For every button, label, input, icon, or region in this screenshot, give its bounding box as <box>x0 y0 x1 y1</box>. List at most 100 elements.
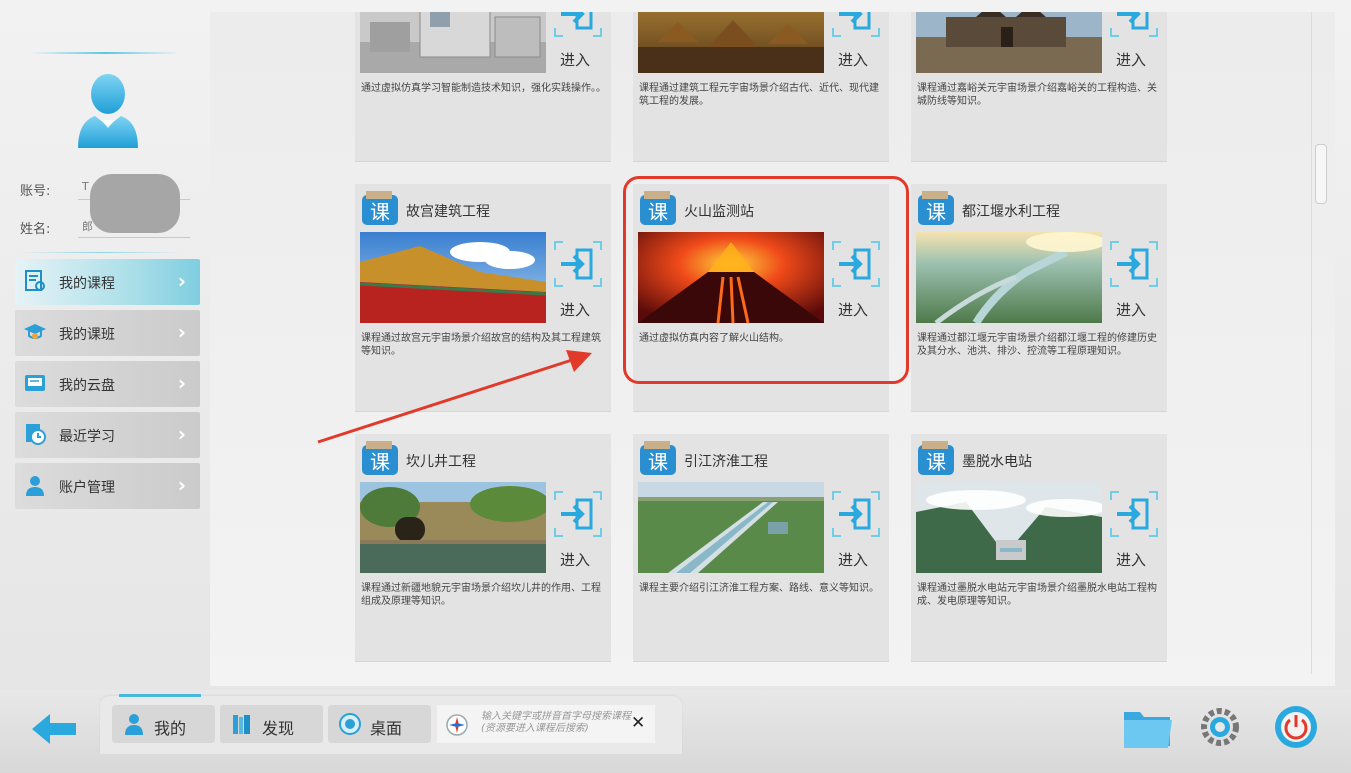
enter-icon[interactable] <box>551 12 605 40</box>
course-thumbnail <box>360 232 546 323</box>
enter-label[interactable]: 进入 <box>1116 49 1146 70</box>
course-card[interactable]: 进入 课程通过嘉峪关元宇宙场景介绍嘉峪关的工程构造、关城防线等知识。 <box>911 12 1167 162</box>
search-box[interactable]: 输入关键字或拼音首字母搜索课程(资源要进入课程后搜索) ✕ <box>437 705 655 743</box>
tab-label: 桌面 <box>370 719 403 738</box>
course-badge-icon: 课 <box>918 191 954 225</box>
sidebar-item-label: 最近学习 <box>59 429 115 445</box>
svg-text:课: 课 <box>926 200 946 224</box>
cloud-disk-icon <box>25 375 45 391</box>
enter-label[interactable]: 进入 <box>560 49 590 70</box>
sidebar-item-label: 我的课班 <box>59 327 115 343</box>
enter-label[interactable]: 进入 <box>1116 299 1146 320</box>
svg-text:课: 课 <box>648 450 668 474</box>
close-icon[interactable]: ✕ <box>631 713 645 733</box>
sidebar-item-cloud-disk[interactable]: 我的云盘 › <box>15 361 200 407</box>
books-icon <box>233 715 250 734</box>
course-card-medog-hydropower[interactable]: 课 墨脱水电站 进入 课程通过墨脱水电站元宇宙场景介绍墨脱水电站工程构成、发电原… <box>911 434 1167 662</box>
course-title: 墨脱水电站 <box>962 454 1032 470</box>
search-input[interactable]: 输入关键字或拼音首字母搜索课程(资源要进入课程后搜索) <box>481 711 633 735</box>
course-thumbnail <box>638 482 824 573</box>
course-header: 课 都江堰水利工程 <box>916 189 1161 227</box>
redaction-block <box>90 174 180 233</box>
course-thumbnail <box>916 482 1102 573</box>
course-thumbnail <box>916 232 1102 323</box>
desktop-globe-icon <box>339 713 361 735</box>
enter-icon[interactable] <box>829 488 883 540</box>
user-icon <box>125 714 143 735</box>
power-icon[interactable] <box>1272 704 1320 750</box>
scrollbar[interactable] <box>1311 12 1329 674</box>
menu-divider <box>20 252 180 253</box>
course-title: 都江堰水利工程 <box>962 204 1060 220</box>
course-header: 课 墨脱水电站 <box>916 439 1161 477</box>
course-header: 课 火山监测站 <box>638 189 883 227</box>
enter-icon[interactable] <box>829 238 883 290</box>
course-thumbnail <box>360 482 546 573</box>
sidebar-item-label: 我的云盘 <box>59 378 115 394</box>
sidebar-item-label: 我的课程 <box>59 276 115 292</box>
enter-label[interactable]: 进入 <box>560 549 590 570</box>
course-title: 故宫建筑工程 <box>406 204 490 220</box>
enter-icon[interactable] <box>829 12 883 40</box>
sidebar-item-recent-study[interactable]: 最近学习 › <box>15 412 200 458</box>
back-arrow-icon[interactable] <box>30 710 78 748</box>
course-description: 课程通过墨脱水电站元宇宙场景介绍墨脱水电站工程构成、发电原理等知识。 <box>917 583 1157 607</box>
enter-label[interactable]: 进入 <box>560 299 590 320</box>
account-value: T <box>82 180 89 193</box>
enter-icon[interactable] <box>1107 488 1161 540</box>
sidebar-item-account-management[interactable]: 账户管理 › <box>15 463 200 509</box>
sidebar-top-divider <box>30 52 180 54</box>
course-description: 课程通过都江堰元宇宙场景介绍都江堰工程的修建历史及其分水、池洪、排沙、控流等工程… <box>917 333 1157 357</box>
tab-discover[interactable]: 发现 <box>220 705 323 743</box>
course-header: 课 引江济淮工程 <box>638 439 883 477</box>
svg-text:课: 课 <box>370 450 390 474</box>
chevron-right-icon: › <box>177 269 186 293</box>
course-description: 通过虚拟仿真内容了解火山结构。 <box>639 333 789 344</box>
course-card-forbidden-city[interactable]: 课 故宫建筑工程 进入 课程通过故宫元宇宙场景介绍故宫的结构及其工程建筑等知识。 <box>355 184 611 412</box>
course-description: 课程通过故宫元宇宙场景介绍故宫的结构及其工程建筑等知识。 <box>361 333 601 357</box>
course-card-dujiangyan[interactable]: 课 都江堰水利工程 进入 课程通过都江堰元宇宙场景介绍都江堰工程的修建历史及其分… <box>911 184 1167 412</box>
enter-label[interactable]: 进入 <box>838 549 868 570</box>
sidebar: 账号: T 姓名: 郎 我的课程 › 我的课班 › 我的云盘 › 最近学习 › … <box>0 0 210 690</box>
course-document-icon <box>25 270 45 291</box>
course-description: 课程通过新疆地貌元宇宙场景介绍坎儿井的作用、工程组成及原理等知识。 <box>361 583 601 607</box>
user-avatar-icon <box>78 74 138 148</box>
folder-icon[interactable] <box>1122 704 1174 750</box>
course-card[interactable]: 进入 课程通过建筑工程元宇宙场景介绍古代、近代、现代建筑工程的发展。 <box>633 12 889 162</box>
course-title: 坎儿井工程 <box>406 454 476 470</box>
compass-search-icon <box>446 714 468 736</box>
course-header: 课 故宫建筑工程 <box>360 189 605 227</box>
chevron-right-icon: › <box>177 473 186 497</box>
course-grid: 进入 通过虚拟仿真学习智能制造技术知识，强化实践操作。。 进入 课程通过建筑工程… <box>210 12 1335 686</box>
active-tab-indicator <box>119 694 201 697</box>
sidebar-item-my-classes[interactable]: 我的课班 › <box>15 310 200 356</box>
course-card-river-diversion[interactable]: 课 引江济淮工程 进入 课程主要介绍引江济淮工程方案、路线、意义等知识。 <box>633 434 889 662</box>
course-thumbnail <box>638 232 824 323</box>
course-card-karez[interactable]: 课 坎儿井工程 进入 课程通过新疆地貌元宇宙场景介绍坎儿井的作用、工程组成及原理… <box>355 434 611 662</box>
tab-desktop[interactable]: 桌面 <box>328 705 431 743</box>
svg-text:课: 课 <box>926 450 946 474</box>
course-thumbnail <box>638 12 824 73</box>
enter-label[interactable]: 进入 <box>838 49 868 70</box>
enter-label[interactable]: 进入 <box>1116 549 1146 570</box>
course-badge-icon: 课 <box>640 441 676 475</box>
sidebar-item-my-courses[interactable]: 我的课程 › <box>15 259 200 305</box>
course-description: 课程通过嘉峪关元宇宙场景介绍嘉峪关的工程构造、关城防线等知识。 <box>917 83 1157 107</box>
tab-mine[interactable]: 我的 <box>112 705 215 743</box>
enter-icon[interactable] <box>1107 238 1161 290</box>
enter-icon[interactable] <box>1107 12 1161 40</box>
enter-icon[interactable] <box>551 238 605 290</box>
svg-text:课: 课 <box>370 200 390 224</box>
scrollbar-thumb[interactable] <box>1315 144 1327 204</box>
course-thumbnail <box>360 12 546 73</box>
course-card-volcano[interactable]: 课 火山监测站 进入 通过虚拟仿真内容了解火山结构。 <box>633 184 889 412</box>
settings-gear-icon[interactable] <box>1196 704 1244 750</box>
tab-label: 发现 <box>262 719 295 738</box>
name-label: 姓名: <box>20 222 51 237</box>
course-thumbnail <box>916 12 1102 73</box>
enter-icon[interactable] <box>551 488 605 540</box>
course-card[interactable]: 进入 通过虚拟仿真学习智能制造技术知识，强化实践操作。。 <box>355 12 611 162</box>
graduation-cap-icon <box>24 324 46 339</box>
enter-label[interactable]: 进入 <box>838 299 868 320</box>
course-description: 课程通过建筑工程元宇宙场景介绍古代、近代、现代建筑工程的发展。 <box>639 83 879 107</box>
